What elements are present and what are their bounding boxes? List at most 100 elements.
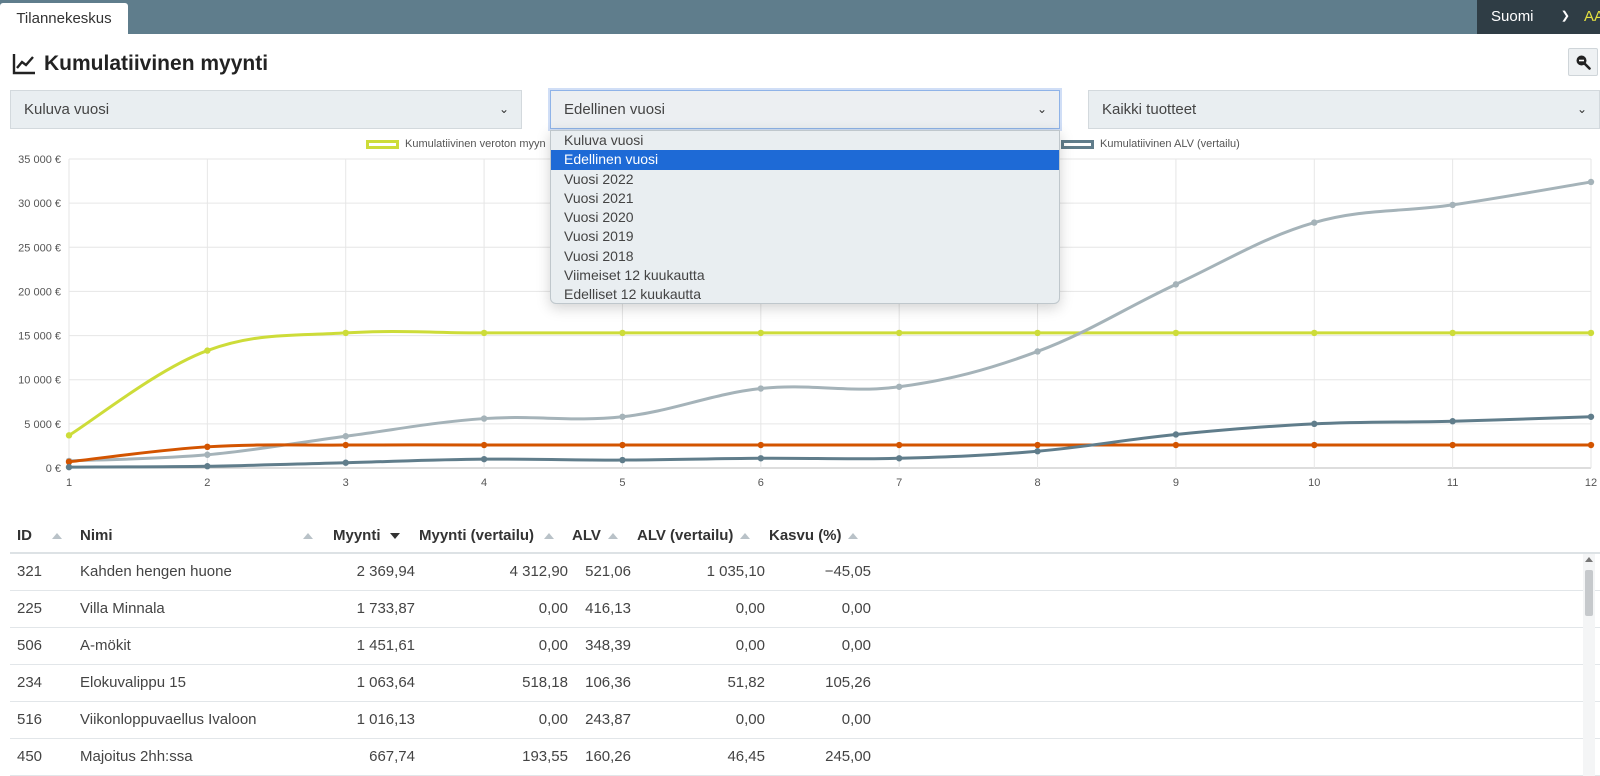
data-point (1311, 329, 1318, 337)
table-header: ID Nimi Myynti Myynti (vertailu) ALV ALV (ver… (10, 520, 1600, 554)
user-initials: AA (1584, 8, 1600, 25)
sort-asc-icon[interactable] (303, 533, 313, 539)
tab-tilannekeskus[interactable]: Tilannekeskus (0, 3, 128, 34)
data-point (65, 463, 73, 471)
table-scrollbar[interactable] (1583, 554, 1595, 776)
dropdown-option[interactable]: Vuosi 2018 (551, 247, 1059, 266)
x-tick-label: 5 (619, 477, 625, 489)
dropdown-option[interactable]: Vuosi 2020 (551, 208, 1059, 227)
products-select[interactable]: Kaikki tuotteet ⌄ (1088, 90, 1600, 129)
table-cell: 225 (17, 600, 43, 617)
data-point (619, 413, 626, 420)
dropdown-option[interactable]: Vuosi 2019 (551, 227, 1059, 246)
zoom-out-button[interactable] (1568, 48, 1598, 76)
table-body: 321 Kahden hengen huone 2 369,94 4 312,90 52… (10, 554, 1600, 776)
page-title-text: Kumulatiivinen myynti (44, 52, 269, 75)
column-header[interactable]: Myynti (vertailu) (419, 520, 534, 552)
column-header[interactable]: ALV (vertailu) (637, 520, 733, 552)
table-cell: Majoitus 2hh:ssa (80, 748, 193, 765)
table-cell: 516 (17, 711, 43, 728)
table-cell: 348,39 (585, 637, 631, 654)
table-cell: 51,82 (727, 674, 765, 691)
period-select[interactable]: Kuluva vuosi ⌄ (10, 90, 522, 129)
table-cell: 0,00 (841, 711, 871, 728)
table-cell: 46,45 (727, 748, 765, 765)
dropdown-option[interactable]: Vuosi 2021 (551, 189, 1059, 208)
table-cell: 1 063,64 (356, 674, 415, 691)
table-cell: 667,74 (369, 748, 415, 765)
legend-item-alv-vertailu[interactable]: Kumulatiivinen ALV (vertailu) (1061, 137, 1240, 151)
table-row[interactable]: 450 Majoitus 2hh:ssa 667,74 193,55 160,26 46,… (10, 739, 1600, 776)
data-point (480, 329, 488, 337)
table-row[interactable]: 516 Viikonloppuvaellus Ivaloon 1 016,13 0,0… (10, 702, 1600, 739)
sort-asc-icon[interactable] (608, 533, 618, 539)
column-header[interactable]: Kasvu (%) (769, 520, 842, 552)
legend-item-veroton-myynti[interactable]: Kumulatiivinen veroton myyn (366, 137, 546, 151)
sort-asc-icon[interactable] (52, 533, 62, 539)
data-point (895, 329, 903, 337)
sort-asc-icon[interactable] (544, 533, 554, 539)
data-point (480, 415, 488, 422)
data-point (1449, 329, 1456, 337)
data-point (480, 441, 488, 449)
legend-swatch (1061, 139, 1094, 149)
table-cell: 105,26 (825, 674, 871, 691)
chevron-down-icon: ⌄ (1576, 102, 1587, 116)
dropdown-option[interactable]: Vuosi 2022 (551, 170, 1059, 189)
y-tick-label: 25 000 € (18, 242, 61, 254)
data-point (1311, 219, 1318, 226)
user-avatar[interactable]: AA (1580, 0, 1600, 34)
comparison-select[interactable]: Edellinen vuosi ⌄ (550, 90, 1060, 129)
table-row[interactable]: 234 Elokuvalippu 15 1 063,64 518,18 106,36 51… (10, 665, 1600, 702)
scroll-up-icon[interactable] (1585, 557, 1593, 562)
sort-asc-icon[interactable] (848, 533, 858, 539)
table-cell: 506 (17, 637, 43, 654)
data-point (619, 456, 626, 464)
data-point (895, 383, 903, 390)
language-selector[interactable]: Suomi ❯ (1477, 0, 1580, 34)
line-chart-icon (12, 54, 35, 75)
data-point (204, 463, 211, 470)
data-point (1172, 281, 1180, 288)
table-cell: 0,00 (735, 600, 765, 617)
sort-desc-icon[interactable] (390, 533, 400, 539)
data-point (1172, 431, 1180, 438)
data-point (619, 329, 626, 337)
data-point (1449, 201, 1456, 209)
dropdown-option[interactable]: Edellinen vuosi (551, 150, 1059, 170)
data-point (1311, 420, 1318, 428)
data-point (1587, 441, 1595, 449)
dropdown-option[interactable]: Kuluva vuosi (551, 131, 1059, 150)
x-tick-label: 9 (1173, 477, 1179, 489)
dropdown-option[interactable]: Edelliset 12 kuukautta (551, 285, 1059, 304)
data-point (204, 443, 211, 451)
scrollbar-thumb[interactable] (1585, 570, 1593, 616)
column-header[interactable]: Nimi (80, 520, 113, 552)
language-label: Suomi (1491, 8, 1534, 25)
x-tick-label: 2 (204, 477, 210, 489)
column-header[interactable]: Myynti (333, 520, 381, 552)
data-point (1449, 418, 1456, 425)
table-cell: 243,87 (585, 711, 631, 728)
table-row[interactable]: 506 A-mökit 1 451,61 0,00 348,39 0,00 0,00 (10, 628, 1600, 665)
zoom-out-icon (1576, 55, 1591, 70)
x-tick-label: 11 (1447, 477, 1458, 489)
dropdown-option[interactable]: Viimeiset 12 kuukautta (551, 266, 1059, 285)
comparison-select-value: Edellinen vuosi (564, 101, 665, 118)
column-header[interactable]: ID (17, 520, 32, 552)
table-row[interactable]: 321 Kahden hengen huone 2 369,94 4 312,90 52… (10, 554, 1600, 591)
y-tick-label: 35 000 € (18, 154, 61, 166)
chevron-down-icon: ⌄ (1036, 102, 1047, 116)
sort-asc-icon[interactable] (740, 533, 750, 539)
data-point (1034, 441, 1041, 449)
legend-label: Kumulatiivinen ALV (vertailu) (1100, 138, 1240, 150)
comparison-dropdown-list: Kuluva vuosi Edellinen vuosi Vuosi 2022 Vuo… (550, 130, 1060, 304)
table-cell: 245,00 (825, 748, 871, 765)
data-point (1587, 329, 1595, 337)
column-header[interactable]: ALV (572, 520, 601, 552)
table-cell: 0,00 (735, 637, 765, 654)
x-tick-label: 3 (343, 477, 349, 489)
table-row[interactable]: 225 Villa Minnala 1 733,87 0,00 416,13 0,00 0,… (10, 591, 1600, 628)
table-cell: 1 733,87 (356, 600, 415, 617)
legend-label: Kumulatiivinen veroton myyn (405, 138, 546, 150)
